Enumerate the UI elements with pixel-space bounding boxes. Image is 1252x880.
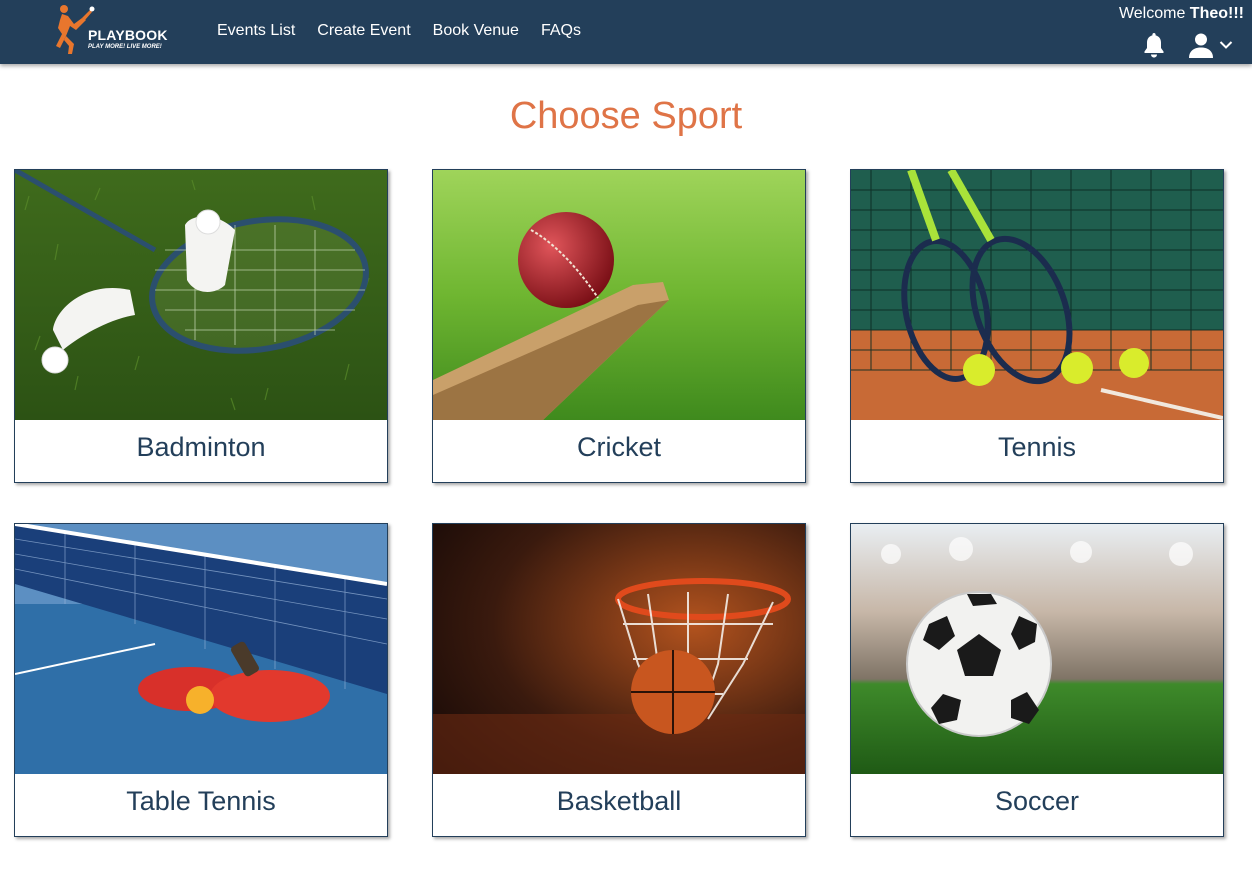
nav-events-list[interactable]: Events List <box>206 21 306 41</box>
soccer-image <box>851 524 1223 774</box>
badminton-image <box>15 170 387 420</box>
user-menu[interactable] <box>1188 32 1234 58</box>
sport-card-cricket[interactable]: Cricket <box>432 169 806 483</box>
sport-label: Basketball <box>556 786 682 816</box>
navbar: PLAYBOOK PLAY MORE! LIVE MORE! Events Li… <box>0 0 1252 64</box>
nav-faqs[interactable]: FAQs <box>530 21 592 41</box>
nav-create-event[interactable]: Create Event <box>306 21 421 41</box>
table-tennis-image <box>15 524 387 774</box>
basketball-image <box>433 524 805 774</box>
user-icon <box>1189 33 1213 58</box>
bell-icon[interactable] <box>1142 32 1166 58</box>
sport-label: Badminton <box>136 432 266 462</box>
sport-label: Table Tennis <box>126 786 276 816</box>
sport-card-tennis[interactable]: Tennis <box>850 169 1224 483</box>
sport-label: Tennis <box>997 432 1077 462</box>
user-name: Theo!!! <box>1189 5 1244 22</box>
sport-card-soccer[interactable]: Soccer <box>850 523 1224 837</box>
cricket-image <box>433 170 805 420</box>
sport-label: Cricket <box>576 432 661 462</box>
playbook-logo[interactable]: PLAYBOOK PLAY MORE! LIVE MORE! <box>52 4 168 58</box>
sport-card-table-tennis[interactable]: Table Tennis <box>14 523 388 837</box>
sport-card-badminton[interactable]: Badminton <box>14 169 388 483</box>
sport-label: Soccer <box>994 786 1080 816</box>
chevron-down-icon <box>1219 41 1233 49</box>
brand-name: PLAYBOOK <box>88 27 168 43</box>
sport-card-basketball[interactable]: Basketball <box>432 523 806 837</box>
brand-tagline: PLAY MORE! LIVE MORE! <box>88 44 162 50</box>
welcome-message: Welcome Theo!!! <box>1119 5 1244 23</box>
tennis-image <box>851 170 1223 420</box>
main-nav: Events List Create Event Book Venue FAQs <box>206 21 592 41</box>
welcome-prefix: Welcome <box>1118 5 1186 22</box>
nav-book-venue[interactable]: Book Venue <box>422 21 530 41</box>
page-title: Choose Sport <box>509 95 743 137</box>
